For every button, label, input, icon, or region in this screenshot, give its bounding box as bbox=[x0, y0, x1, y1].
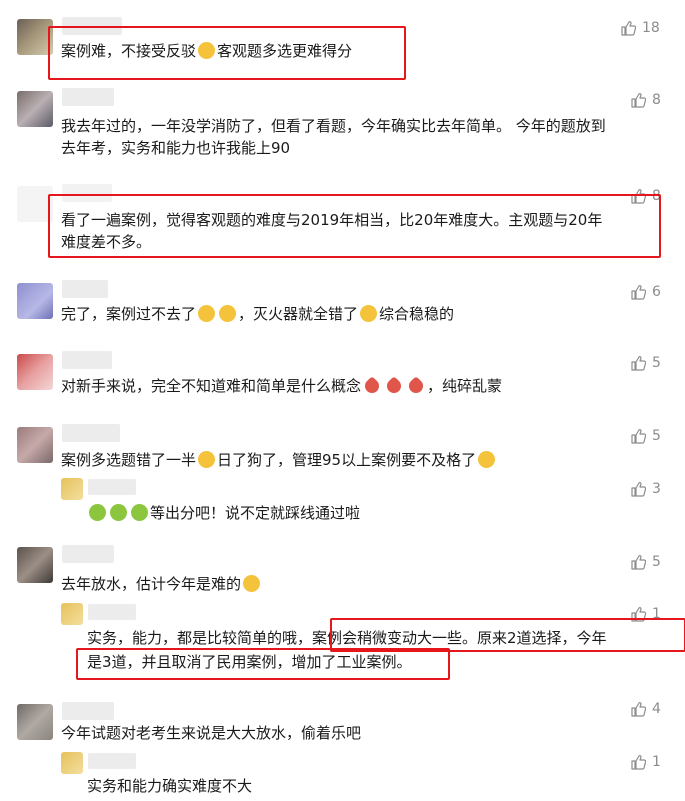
like-button[interactable]: 8 bbox=[630, 188, 661, 204]
emoji-icon bbox=[243, 575, 261, 592]
like-button[interactable]: 18 bbox=[620, 20, 660, 36]
broken-heart-icon bbox=[406, 376, 426, 396]
comment-text: 去年放水，估计今年是难的 bbox=[61, 571, 262, 597]
like-count: 5 bbox=[652, 428, 661, 444]
like-button[interactable]: 3 bbox=[630, 481, 661, 497]
reply-name bbox=[88, 479, 136, 495]
broken-heart-icon bbox=[362, 376, 382, 396]
thumb-up-icon bbox=[631, 701, 646, 717]
avatar[interactable] bbox=[17, 547, 53, 583]
thumb-up-icon bbox=[631, 754, 646, 770]
avatar[interactable] bbox=[17, 427, 53, 463]
emoji-icon bbox=[131, 504, 148, 521]
comment-text: 案例难，不接受反驳 客观题多选更难得分 bbox=[61, 42, 353, 60]
comment-text: 难度差不多。 bbox=[61, 233, 152, 251]
emoji-icon bbox=[219, 305, 237, 322]
comment-text: 案例多选题错了一半 日了狗了，管理95以上案例要不及格了 bbox=[61, 447, 497, 473]
like-button[interactable]: 8 bbox=[630, 92, 661, 108]
avatar[interactable] bbox=[17, 283, 53, 319]
thumb-up-icon bbox=[631, 92, 646, 108]
like-count: 3 bbox=[652, 481, 661, 497]
commenter-name bbox=[62, 702, 114, 720]
broken-heart-icon bbox=[384, 376, 404, 396]
thumb-up-icon bbox=[631, 554, 646, 570]
avatar[interactable] bbox=[17, 186, 53, 222]
like-count: 1 bbox=[652, 606, 661, 622]
like-button[interactable]: 4 bbox=[630, 701, 661, 717]
thumb-up-icon bbox=[621, 20, 636, 36]
like-button[interactable]: 5 bbox=[630, 355, 661, 371]
commenter-name bbox=[62, 351, 112, 369]
like-count: 5 bbox=[652, 355, 661, 371]
emoji-icon bbox=[478, 451, 496, 468]
like-count: 5 bbox=[652, 554, 661, 570]
comment-text: 对新手来说，完全不知道难和简单是什么概念 ，纯碎乱蒙 bbox=[61, 376, 503, 396]
comment-text: 去年考，实务和能力也许我能上90 bbox=[61, 139, 291, 157]
emoji-icon bbox=[198, 42, 216, 59]
reply-text: 等出分吧！说不定就踩线通过啦 bbox=[87, 500, 360, 526]
reply-avatar[interactable] bbox=[61, 603, 83, 625]
like-button[interactable]: 6 bbox=[630, 284, 661, 300]
reply-name bbox=[88, 753, 136, 769]
commenter-name bbox=[62, 424, 120, 442]
commenter-name bbox=[62, 88, 114, 106]
avatar[interactable] bbox=[17, 354, 53, 390]
comment-text: 完了，案例过不去了 ，灭火器就全错了 综合稳稳的 bbox=[61, 305, 455, 323]
commenter-name bbox=[62, 545, 114, 563]
thumb-up-icon bbox=[631, 355, 646, 371]
thumb-up-icon bbox=[631, 428, 646, 444]
thumb-up-icon bbox=[631, 284, 646, 300]
like-count: 8 bbox=[652, 92, 661, 108]
reply-name bbox=[88, 604, 136, 620]
reply-avatar[interactable] bbox=[61, 478, 83, 500]
thumb-up-icon bbox=[631, 606, 646, 622]
comment-text: 今年试题对老考生来说是大大放水，偷着乐吧 bbox=[61, 724, 362, 742]
emoji-icon bbox=[360, 305, 378, 322]
like-count: 4 bbox=[652, 701, 661, 717]
emoji-icon bbox=[198, 451, 216, 468]
reply-text: 实务和能力确实难度不大 bbox=[87, 777, 253, 795]
thumb-up-icon bbox=[631, 481, 646, 497]
like-count: 18 bbox=[642, 20, 660, 36]
reply-text: 实务，能力，都是比较简单的哦，案例会稍微变动大一些。原来2道选择，今年 bbox=[87, 629, 607, 647]
like-count: 6 bbox=[652, 284, 661, 300]
like-button[interactable]: 1 bbox=[630, 754, 661, 770]
commenter-name bbox=[62, 184, 112, 202]
reply-avatar[interactable] bbox=[61, 752, 83, 774]
emoji-icon bbox=[89, 504, 106, 521]
reply-text: 是3道，并且取消了民用案例，增加了工业案例。 bbox=[87, 653, 412, 671]
emoji-icon bbox=[198, 305, 216, 322]
commenter-name bbox=[62, 17, 122, 35]
avatar[interactable] bbox=[17, 91, 53, 127]
avatar[interactable] bbox=[17, 704, 53, 740]
like-count: 1 bbox=[652, 754, 661, 770]
like-button[interactable]: 5 bbox=[630, 554, 661, 570]
commenter-name bbox=[62, 280, 108, 298]
emoji-icon bbox=[110, 504, 127, 521]
thumb-up-icon bbox=[631, 188, 646, 204]
avatar[interactable] bbox=[17, 19, 53, 55]
like-button[interactable]: 1 bbox=[630, 606, 661, 622]
like-count: 8 bbox=[652, 188, 661, 204]
like-button[interactable]: 5 bbox=[630, 428, 661, 444]
